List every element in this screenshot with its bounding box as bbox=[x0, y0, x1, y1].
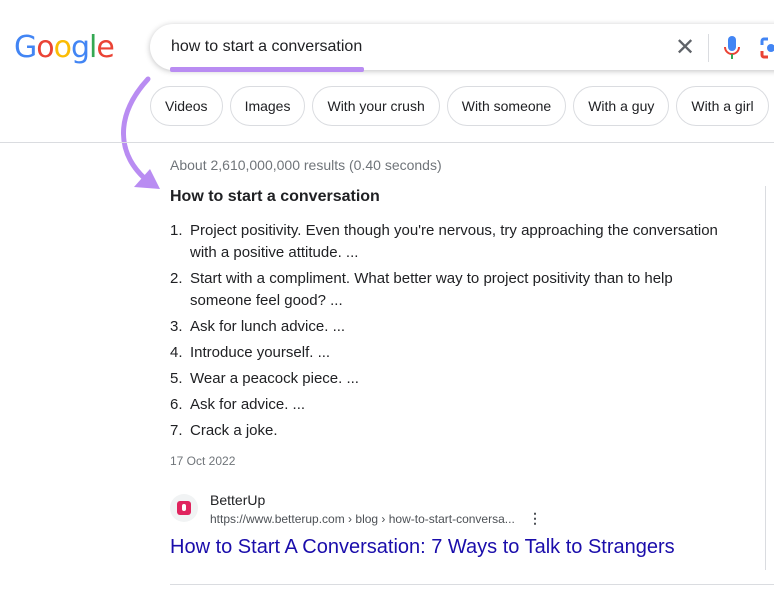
betterup-logo-icon bbox=[177, 501, 191, 515]
snippet-list: 1. Project positivity. Even though you're… bbox=[170, 220, 730, 446]
annotation-underline bbox=[170, 67, 364, 72]
mic-icon[interactable] bbox=[724, 36, 740, 60]
search-input[interactable]: how to start a conversation bbox=[171, 38, 362, 56]
chip-with-your-crush[interactable]: With your crush bbox=[312, 86, 440, 126]
list-item: 3. Ask for lunch advice. ... bbox=[170, 318, 346, 335]
chip-with-someone[interactable]: With someone bbox=[446, 86, 567, 126]
list-item: 7. Crack a joke. bbox=[170, 422, 278, 439]
chip-with-a-guy[interactable]: With a guy bbox=[573, 86, 670, 126]
divider bbox=[708, 34, 709, 62]
search-box[interactable]: how to start a conversation ✕ bbox=[150, 24, 774, 70]
list-item: 1. Project positivity. Even though you're… bbox=[170, 222, 718, 261]
site-favicon[interactable] bbox=[170, 494, 198, 522]
chip-videos[interactable]: Videos bbox=[150, 86, 223, 126]
result-divider bbox=[170, 584, 774, 585]
chip-images[interactable]: Images bbox=[229, 86, 306, 126]
snippet-title: How to start a conversation bbox=[170, 188, 380, 205]
snippet-border bbox=[765, 186, 766, 570]
camera-lens-icon[interactable] bbox=[760, 37, 774, 59]
list-item: 6. Ask for advice. ... bbox=[170, 396, 306, 413]
result-title-link[interactable]: How to Start A Conversation: 7 Ways to T… bbox=[170, 536, 675, 559]
chip-with-a-girl[interactable]: With a girl bbox=[676, 86, 769, 126]
results-stats: About 2,610,000,000 results (0.40 second… bbox=[170, 157, 442, 173]
close-icon[interactable]: ✕ bbox=[675, 33, 695, 62]
header-divider bbox=[0, 142, 774, 143]
list-item: 5. Wear a peacock piece. ... bbox=[170, 370, 359, 387]
filter-chips: Videos Images With your crush With someo… bbox=[150, 86, 769, 126]
list-item: 4. Introduce yourself. ... bbox=[170, 344, 331, 361]
snippet-date: 17 Oct 2022 bbox=[170, 454, 236, 468]
site-name[interactable]: BetterUp bbox=[210, 492, 265, 508]
google-logo[interactable]: Google bbox=[14, 30, 115, 65]
three-dots-vertical-icon[interactable]: ⋮ bbox=[528, 510, 542, 527]
list-item: 2. Start with a compliment. What better w… bbox=[170, 270, 673, 309]
result-url[interactable]: https://www.betterup.com › blog › how-to… bbox=[210, 512, 515, 526]
